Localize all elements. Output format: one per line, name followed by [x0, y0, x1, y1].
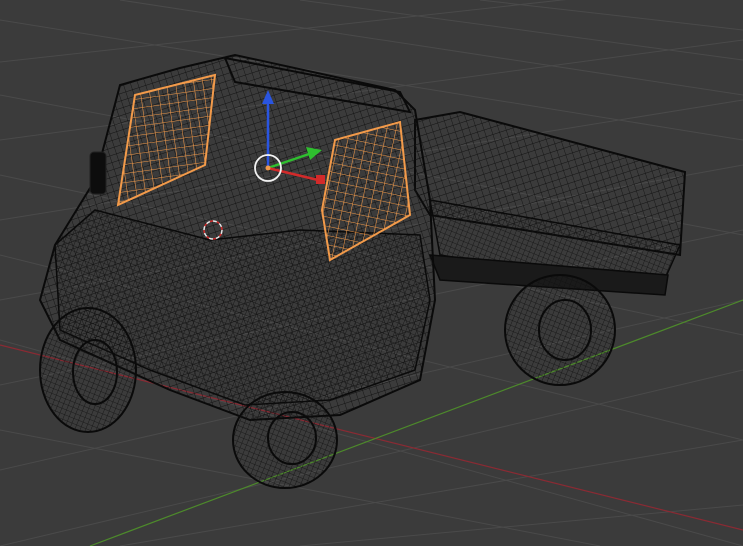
- rear-wheel: [504, 274, 616, 386]
- front-right-wheel: [232, 391, 338, 489]
- object-origin-icon: [265, 165, 271, 171]
- truck-mesh[interactable]: [38, 53, 687, 489]
- side-mirror: [89, 151, 107, 195]
- viewport-canvas[interactable]: [0, 0, 743, 546]
- front-left-wheel: [39, 307, 137, 433]
- gizmo-x-handle-icon[interactable]: [316, 175, 325, 184]
- 3d-viewport[interactable]: [0, 0, 743, 546]
